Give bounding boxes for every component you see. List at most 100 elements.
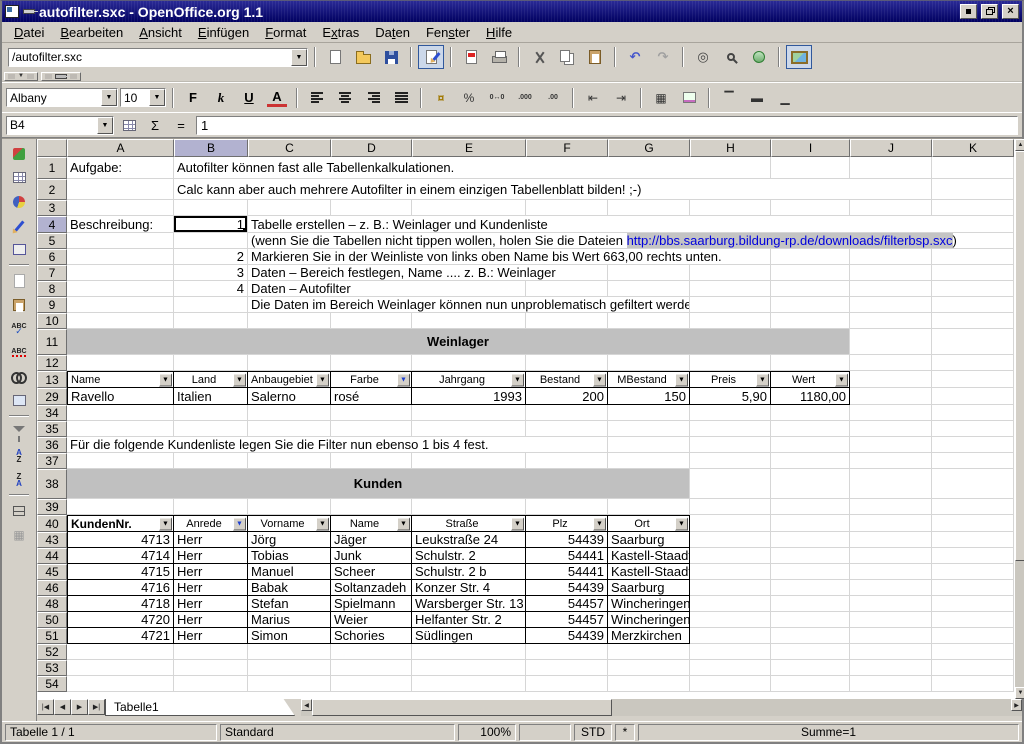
next-sheet-icon[interactable]: ▶ (71, 699, 88, 715)
cell[interactable]: Kastell-Staadt (608, 548, 690, 564)
cell[interactable]: Salerno (248, 388, 331, 405)
cell[interactable]: Schories (331, 628, 412, 644)
title-bar[interactable]: autofilter.sxc - OpenOffice.org 1.1 × (2, 1, 1022, 22)
cell[interactable] (331, 676, 412, 692)
align-top-icon[interactable]: ▔ (716, 86, 742, 110)
cell[interactable] (331, 499, 412, 515)
cell[interactable]: Manuel (248, 564, 331, 580)
cell[interactable]: Wincheringen (608, 612, 690, 628)
italic-button[interactable]: k (208, 86, 234, 110)
autofilter-dropdown-icon[interactable] (593, 373, 606, 386)
cell[interactable] (690, 405, 771, 421)
autofilter-dropdown-icon[interactable] (159, 373, 172, 386)
zoom-icon[interactable] (718, 45, 744, 69)
cell[interactable] (932, 200, 1014, 216)
cell[interactable] (932, 265, 1014, 281)
menu-ansicht[interactable]: Ansicht (131, 23, 190, 42)
selection-mode[interactable]: STD (574, 724, 612, 741)
copy-icon[interactable] (554, 45, 580, 69)
cell[interactable] (67, 233, 174, 249)
increase-indent-icon[interactable]: ⇥ (608, 86, 634, 110)
undo-icon[interactable]: ↶ (622, 45, 648, 69)
cell[interactable] (771, 200, 850, 216)
cell[interactable]: 54457 (526, 612, 608, 628)
cell[interactable] (850, 371, 932, 388)
cell[interactable] (67, 499, 174, 515)
cell[interactable]: Scheer (331, 564, 412, 580)
cell[interactable] (850, 676, 932, 692)
font-size-combo[interactable]: ▼ (120, 88, 166, 107)
autofilter-dropdown-icon[interactable] (316, 517, 329, 530)
row-header[interactable]: 9 (37, 297, 67, 313)
cell[interactable] (850, 612, 932, 628)
edit-file-icon[interactable] (418, 45, 444, 69)
cell[interactable] (850, 405, 932, 421)
cell[interactable] (608, 453, 690, 469)
cell[interactable] (690, 580, 771, 596)
cell[interactable] (248, 313, 331, 329)
cell[interactable]: 4721 (67, 628, 174, 644)
cell[interactable] (850, 437, 932, 453)
filter-header-cell[interactable]: Vorname (248, 515, 331, 532)
cell[interactable] (331, 405, 412, 421)
cell[interactable] (850, 313, 932, 329)
cell[interactable]: 54439 (526, 532, 608, 548)
cell[interactable] (850, 157, 932, 179)
cell[interactable] (850, 660, 932, 676)
align-bottom-icon[interactable]: ▁ (772, 86, 798, 110)
load-url-input[interactable] (9, 50, 291, 65)
row-header[interactable]: 12 (37, 355, 67, 371)
paste-icon[interactable] (582, 45, 608, 69)
sheet-tab[interactable]: Tabelle1 (105, 699, 295, 716)
scroll-down-icon[interactable]: ▼ (1015, 687, 1024, 699)
cell[interactable]: Leukstraße 24 (412, 532, 526, 548)
cell[interactable] (331, 421, 412, 437)
insert-icon[interactable] (6, 142, 32, 165)
row-header[interactable]: 35 (37, 421, 67, 437)
kunden-title[interactable]: Kunden (67, 469, 690, 499)
decrease-indent-icon[interactable]: ⇤ (580, 86, 606, 110)
cell[interactable] (771, 676, 850, 692)
row-header[interactable]: 38 (37, 469, 67, 499)
filter-header-cell[interactable]: Land (174, 371, 248, 388)
page-style[interactable]: Standard (220, 724, 455, 741)
cell[interactable] (526, 499, 608, 515)
cell[interactable]: Kastell-Staadt (608, 564, 690, 580)
menu-bearbeiten[interactable]: Bearbeiten (52, 23, 131, 42)
menu-extras[interactable]: Extras (314, 23, 367, 42)
cell[interactable] (932, 612, 1014, 628)
cell[interactable] (850, 281, 932, 297)
cell[interactable] (526, 644, 608, 660)
cell[interactable] (690, 355, 771, 371)
row-header[interactable]: 5 (37, 233, 67, 249)
cell[interactable] (608, 437, 690, 453)
cell[interactable] (174, 676, 248, 692)
cell[interactable] (690, 200, 771, 216)
cell[interactable] (690, 499, 771, 515)
filter-header-cell[interactable]: Name (67, 371, 174, 388)
filter-header-cell[interactable]: Anbaugebiet (248, 371, 331, 388)
cell[interactable] (932, 596, 1014, 612)
row-header[interactable]: 51 (37, 628, 67, 644)
cell[interactable]: Für die folgende Kundenliste legen Sie d… (67, 437, 608, 453)
cell[interactable] (174, 313, 248, 329)
row-header[interactable]: 36 (37, 437, 67, 453)
cell[interactable]: Herr (174, 548, 248, 564)
cell[interactable]: 4715 (67, 564, 174, 580)
cell[interactable] (608, 499, 690, 515)
cell[interactable] (932, 676, 1014, 692)
first-sheet-icon[interactable]: |◀ (37, 699, 54, 715)
cell[interactable]: Tobias (248, 548, 331, 564)
autofilter-dropdown-icon[interactable] (159, 517, 172, 530)
cell[interactable] (67, 421, 174, 437)
cell[interactable] (932, 453, 1014, 469)
column-header[interactable]: I (771, 139, 850, 157)
cell[interactable] (771, 596, 850, 612)
autofilter-dropdown-icon[interactable] (397, 373, 410, 386)
new-document-icon[interactable] (322, 45, 348, 69)
cell[interactable] (526, 421, 608, 437)
autospellcheck-icon[interactable]: ABC (6, 341, 32, 364)
delete-decimal-icon[interactable]: .00 (540, 86, 566, 110)
row-header[interactable]: 1 (37, 157, 67, 179)
number-format-currency-icon[interactable]: ¤ (428, 86, 454, 110)
